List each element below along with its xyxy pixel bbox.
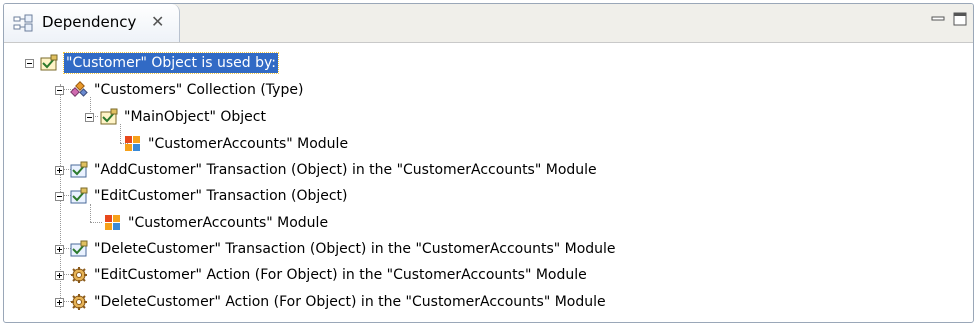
tree-item-label: "DeleteCustomer" Action (For Object) in … xyxy=(94,294,606,310)
expand-toggle[interactable] xyxy=(55,297,64,307)
transaction-icon xyxy=(70,187,88,204)
transaction-icon xyxy=(70,161,88,178)
tree-item-label: "EditCustomer" Transaction (Object) xyxy=(94,188,348,204)
tree-item-addcustomer-transaction[interactable]: "AddCustomer" Transaction (Object) in th… xyxy=(55,159,597,181)
tree-item-label: "AddCustomer" Transaction (Object) in th… xyxy=(94,162,597,178)
tree-item-label: "Customer" Object is used by: xyxy=(63,52,279,74)
dependency-view: Dependency ✕ "Customer" Object is used b… xyxy=(3,3,974,323)
tree-item-customeraccounts-module[interactable]: "CustomerAccounts" Module xyxy=(124,133,348,155)
close-icon[interactable]: ✕ xyxy=(151,12,164,31)
collapse-toggle[interactable] xyxy=(85,112,94,122)
object-icon xyxy=(40,54,58,71)
tree-item-mainobject[interactable]: "MainObject" Object xyxy=(85,106,266,128)
tree-item-customer-root[interactable]: "Customer" Object is used by: xyxy=(25,52,279,74)
view-title-bar: Dependency ✕ xyxy=(4,4,973,43)
tree-item-label: "CustomerAccounts" Module xyxy=(148,136,349,152)
object-icon xyxy=(100,108,118,125)
tree-item-label: "Customers" Collection (Type) xyxy=(94,82,304,98)
tree-item-label: "EditCustomer" Action (For Object) in th… xyxy=(94,267,587,283)
module-icon xyxy=(125,136,140,151)
tree-item-customers-collection[interactable]: "Customers" Collection (Type) xyxy=(55,79,303,101)
tree-item-deletecustomer-action[interactable]: "DeleteCustomer" Action (For Object) in … xyxy=(55,291,606,313)
module-icon xyxy=(105,215,120,230)
tree-item-customeraccounts-module[interactable]: "CustomerAccounts" Module xyxy=(104,212,328,234)
maximize-icon[interactable] xyxy=(953,12,967,26)
transaction-icon xyxy=(70,240,88,257)
tree-item-label: "CustomerAccounts" Module xyxy=(128,215,329,231)
collapse-toggle[interactable] xyxy=(55,191,64,201)
collapse-toggle[interactable] xyxy=(55,85,64,95)
action-gear-icon xyxy=(71,294,87,310)
collapse-toggle[interactable] xyxy=(25,58,34,68)
expand-toggle[interactable] xyxy=(55,165,64,175)
tree-item-editcustomer-action[interactable]: "EditCustomer" Action (For Object) in th… xyxy=(55,264,587,286)
expand-toggle[interactable] xyxy=(55,244,64,254)
collection-icon xyxy=(70,81,88,97)
dependency-view-icon xyxy=(13,14,33,32)
tree-item-editcustomer-transaction[interactable]: "EditCustomer" Transaction (Object) xyxy=(55,185,348,207)
action-gear-icon xyxy=(71,267,87,283)
tab-title: Dependency xyxy=(42,13,137,31)
dependency-tree: "Customer" Object is used by: "Customers… xyxy=(4,43,973,322)
expand-toggle[interactable] xyxy=(55,270,64,280)
tree-item-label: "MainObject" Object xyxy=(124,109,266,125)
minimize-icon[interactable] xyxy=(931,12,945,26)
tree-item-deletecustomer-transaction[interactable]: "DeleteCustomer" Transaction (Object) in… xyxy=(55,238,616,260)
tab-dependency[interactable]: Dependency ✕ xyxy=(4,4,180,42)
tree-item-label: "DeleteCustomer" Transaction (Object) in… xyxy=(94,241,616,257)
